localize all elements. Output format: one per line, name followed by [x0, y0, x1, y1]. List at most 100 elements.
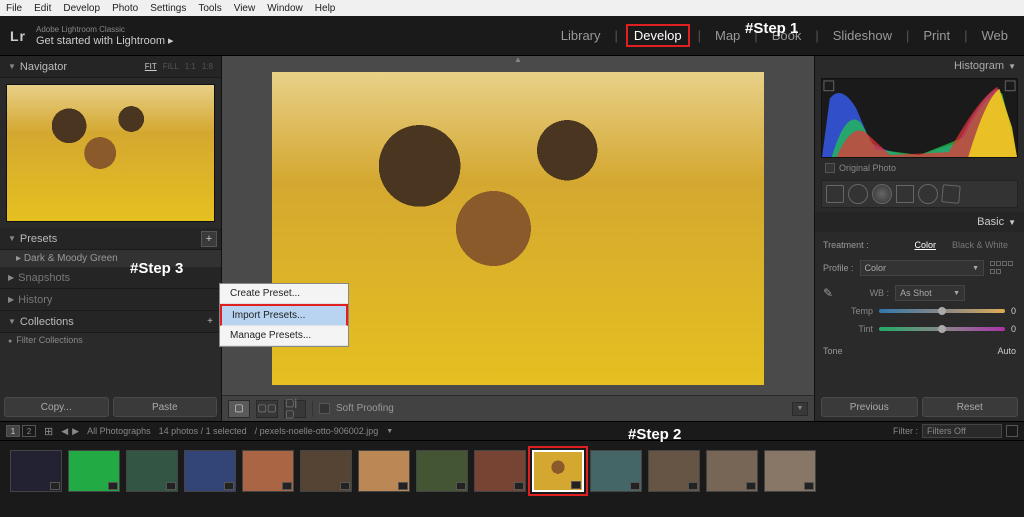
menu-view[interactable]: View — [234, 3, 256, 14]
photo-count: 14 photos / 1 selected — [159, 426, 247, 436]
filmstrip-thumb[interactable] — [416, 450, 468, 492]
spot-removal-tool[interactable] — [848, 184, 868, 204]
previous-button[interactable]: Previous — [821, 397, 918, 417]
nav-next[interactable]: ▶ — [72, 426, 79, 437]
menu-help[interactable]: Help — [315, 3, 336, 14]
graduated-filter-tool[interactable] — [896, 185, 914, 203]
menu-import-presets[interactable]: Import Presets... — [220, 304, 348, 326]
filmstrip-thumb[interactable] — [764, 450, 816, 492]
filter-collections-input[interactable]: ●Filter Collections — [0, 333, 221, 347]
zoom-fit[interactable]: FIT — [145, 62, 157, 71]
copy-button[interactable]: Copy... — [4, 397, 109, 417]
display-1[interactable]: 1 — [6, 425, 20, 437]
histogram-header[interactable]: Histogram▼ — [815, 56, 1024, 76]
navigator-header[interactable]: ▼ Navigator FIT FILL 1:1 1:8 — [0, 56, 221, 78]
wb-select[interactable]: As Shot▼ — [895, 285, 965, 301]
filmstrip-thumb[interactable] — [126, 450, 178, 492]
annotation-step2: #Step 2 — [628, 426, 681, 443]
reset-button[interactable]: Reset — [922, 397, 1019, 417]
treatment-color[interactable]: Color — [906, 240, 944, 250]
tone-label: Tone — [823, 346, 843, 356]
presets-header[interactable]: ▼ Presets + — [0, 228, 221, 250]
paste-button[interactable]: Paste — [113, 397, 218, 417]
menu-develop[interactable]: Develop — [63, 3, 100, 14]
source-label[interactable]: All Photographs — [87, 426, 151, 436]
profile-browser-icon[interactable] — [990, 261, 1016, 275]
auto-tone-button[interactable]: Auto — [997, 346, 1016, 356]
navigator-preview[interactable] — [6, 84, 215, 222]
brush-tool[interactable] — [941, 184, 961, 204]
app-subtitle[interactable]: Get started with Lightroom ▸ — [36, 34, 174, 47]
profile-select[interactable]: Color▼ — [860, 260, 984, 276]
collections-header[interactable]: ▼ Collections + — [0, 311, 221, 333]
module-slideshow[interactable]: Slideshow — [827, 26, 898, 45]
menu-create-preset[interactable]: Create Preset... — [220, 284, 348, 304]
filmstrip-thumb[interactable] — [648, 450, 700, 492]
redeye-tool[interactable] — [872, 184, 892, 204]
module-library[interactable]: Library — [555, 26, 607, 45]
filmstrip-thumb[interactable] — [300, 450, 352, 492]
eyedropper-icon[interactable]: ✎ — [823, 286, 833, 300]
filmstrip-thumb[interactable] — [242, 450, 294, 492]
snapshots-header[interactable]: ▶ Snapshots — [0, 267, 221, 289]
filmstrip-thumb[interactable] — [68, 450, 120, 492]
display-2[interactable]: 2 — [22, 425, 36, 437]
filmstrip-thumb[interactable] — [184, 450, 236, 492]
preset-item[interactable]: ▸ Dark & Moody Green — [0, 250, 221, 267]
secondary-display: 1 2 — [6, 425, 36, 437]
menu-manage-presets[interactable]: Manage Presets... — [220, 326, 348, 346]
grid-icon[interactable]: ⊞ — [44, 425, 53, 438]
loupe-view-button[interactable]: ▢ — [228, 400, 250, 418]
compare-button[interactable]: ▢|▢ — [284, 400, 306, 418]
menu-edit[interactable]: Edit — [34, 3, 51, 14]
histogram-display[interactable] — [821, 78, 1018, 158]
toolbar-dropdown[interactable]: ▼ — [792, 402, 808, 416]
filter-lock-icon[interactable] — [1006, 425, 1018, 437]
module-print[interactable]: Print — [917, 26, 956, 45]
module-map[interactable]: Map — [709, 26, 746, 45]
menu-file[interactable]: File — [6, 3, 22, 14]
nav-prev[interactable]: ◀ — [61, 426, 68, 437]
tint-value[interactable]: 0 — [1011, 324, 1016, 334]
history-header[interactable]: ▶ History — [0, 289, 221, 311]
filter-label: Filter : — [893, 426, 918, 436]
app-logo: Lr — [10, 28, 26, 44]
module-web[interactable]: Web — [976, 26, 1015, 45]
filmstrip-thumb[interactable] — [590, 450, 642, 492]
toolbar-bottom: ▢ ▢▢ ▢|▢ Soft Proofing ▼ — [222, 395, 814, 421]
app-title-block: Adobe Lightroom Classic Get started with… — [36, 25, 174, 47]
zoom-fill[interactable]: FILL — [163, 62, 179, 71]
zoom-1to1[interactable]: 1:1 — [185, 62, 196, 71]
tint-slider[interactable] — [879, 327, 1005, 331]
expand-icon: ▶ — [8, 295, 14, 304]
menu-window[interactable]: Window — [267, 3, 303, 14]
filter-select[interactable]: Filters Off — [922, 424, 1002, 438]
temp-value[interactable]: 0 — [1011, 306, 1016, 316]
add-preset-button[interactable]: + — [201, 231, 217, 247]
before-after-button[interactable]: ▢▢ — [256, 400, 278, 418]
menu-tools[interactable]: Tools — [198, 3, 221, 14]
menu-photo[interactable]: Photo — [112, 3, 138, 14]
treatment-bw[interactable]: Black & White — [944, 240, 1016, 250]
filmstrip-thumb[interactable] — [358, 450, 410, 492]
filmstrip-thumb[interactable] — [474, 450, 526, 492]
filmstrip-thumb[interactable] — [10, 450, 62, 492]
crop-tool[interactable] — [826, 185, 844, 203]
filmstrip-thumb[interactable] — [706, 450, 758, 492]
original-photo-toggle[interactable]: Original Photo — [815, 160, 1024, 176]
add-collection-button[interactable]: + — [207, 316, 213, 327]
zoom-ratio[interactable]: 1:8 — [202, 62, 213, 71]
temp-slider[interactable] — [879, 309, 1005, 313]
filmstrip-thumb[interactable] — [532, 450, 584, 492]
soft-proofing-checkbox[interactable] — [319, 403, 330, 414]
basic-panel-header[interactable]: Basic▼ — [815, 212, 1024, 232]
module-develop[interactable]: Develop — [626, 24, 690, 47]
radial-filter-tool[interactable] — [918, 184, 938, 204]
treatment-label: Treatment : — [823, 240, 869, 250]
annotation-step1: #Step 1 — [745, 20, 798, 37]
menu-settings[interactable]: Settings — [150, 3, 186, 14]
filmstrip[interactable] — [0, 441, 1024, 501]
develop-tools — [821, 180, 1018, 208]
collections-title: Collections — [20, 316, 74, 328]
panel-collapse-top[interactable]: ▲ — [222, 56, 814, 62]
